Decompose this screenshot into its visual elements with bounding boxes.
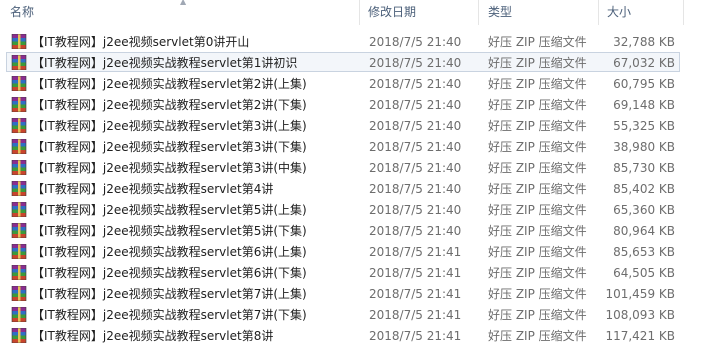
file-row[interactable]: 【IT教程网】j2ee视频实战教程servlet第3讲(中集) 2018/7/5 … bbox=[6, 157, 680, 177]
file-date-modified: 2018/7/5 21:41 bbox=[369, 245, 462, 259]
file-name: 【IT教程网】j2ee视频实战教程servlet第6讲(下集) bbox=[32, 266, 307, 280]
file-date-modified: 2018/7/5 21:40 bbox=[369, 140, 462, 154]
file-size: 65,360 KB bbox=[613, 203, 675, 217]
file-date-modified: 2018/7/5 21:41 bbox=[369, 308, 462, 322]
file-size: 60,795 KB bbox=[613, 77, 675, 91]
file-size: 85,653 KB bbox=[613, 245, 675, 259]
file-size: 108,093 KB bbox=[605, 308, 675, 322]
file-row[interactable]: 【IT教程网】j2ee视频实战教程servlet第7讲(上集) 2018/7/5 … bbox=[6, 283, 680, 303]
winrar-zip-archive-icon bbox=[11, 327, 27, 344]
file-name: 【IT教程网】j2ee视频实战教程servlet第2讲(下集) bbox=[32, 98, 307, 112]
column-header-bar: ▲ 名称 修改日期 类型 大小 bbox=[0, 0, 715, 25]
file-size: 85,730 KB bbox=[613, 161, 675, 175]
file-date-modified: 2018/7/5 21:40 bbox=[369, 119, 462, 133]
file-date-modified: 2018/7/5 21:41 bbox=[369, 266, 462, 280]
file-row[interactable]: 【IT教程网】j2ee视频实战教程servlet第2讲(上集) 2018/7/5 … bbox=[6, 73, 680, 93]
column-divider[interactable] bbox=[683, 0, 684, 25]
file-size: 80,964 KB bbox=[613, 224, 675, 238]
file-size: 117,421 KB bbox=[605, 329, 675, 343]
file-date-modified: 2018/7/5 21:40 bbox=[369, 35, 462, 49]
file-name: 【IT教程网】j2ee视频实战教程servlet第3讲(下集) bbox=[32, 140, 307, 154]
file-name: 【IT教程网】j2ee视频servlet第0讲开山 bbox=[32, 35, 250, 49]
file-name: 【IT教程网】j2ee视频实战教程servlet第4讲 bbox=[32, 182, 274, 196]
file-row[interactable]: 【IT教程网】j2ee视频实战教程servlet第3讲(下集) 2018/7/5 … bbox=[6, 136, 680, 156]
file-date-modified: 2018/7/5 21:40 bbox=[369, 224, 462, 238]
file-name: 【IT教程网】j2ee视频实战教程servlet第1讲初识 bbox=[32, 56, 298, 70]
column-divider[interactable] bbox=[598, 0, 599, 25]
file-size: 38,980 KB bbox=[613, 140, 675, 154]
winrar-zip-archive-icon bbox=[11, 243, 27, 260]
column-header-name[interactable]: 名称 bbox=[10, 0, 34, 25]
column-header-size[interactable]: 大小 bbox=[607, 0, 631, 25]
file-name: 【IT教程网】j2ee视频实战教程servlet第7讲(下集) bbox=[32, 308, 307, 322]
file-row[interactable]: 【IT教程网】j2ee视频实战教程servlet第3讲(上集) 2018/7/5 … bbox=[6, 115, 680, 135]
winrar-zip-archive-icon bbox=[11, 306, 27, 323]
file-date-modified: 2018/7/5 21:40 bbox=[369, 77, 462, 91]
file-name: 【IT教程网】j2ee视频实战教程servlet第3讲(上集) bbox=[32, 119, 307, 133]
file-size: 32,788 KB bbox=[613, 35, 675, 49]
file-row[interactable]: 【IT教程网】j2ee视频实战教程servlet第6讲(下集) 2018/7/5 … bbox=[6, 262, 680, 282]
winrar-zip-archive-icon bbox=[11, 75, 27, 92]
winrar-zip-archive-icon bbox=[11, 96, 27, 113]
file-name: 【IT教程网】j2ee视频实战教程servlet第6讲(上集) bbox=[32, 245, 307, 259]
sort-ascending-icon: ▲ bbox=[180, 0, 187, 6]
file-date-modified: 2018/7/5 21:40 bbox=[369, 56, 462, 70]
winrar-zip-archive-icon bbox=[11, 264, 27, 281]
file-row[interactable]: 【IT教程网】j2ee视频实战教程servlet第2讲(下集) 2018/7/5 … bbox=[6, 94, 680, 114]
file-name: 【IT教程网】j2ee视频实战教程servlet第5讲(下集) bbox=[32, 224, 307, 238]
file-row[interactable]: 【IT教程网】j2ee视频实战教程servlet第4讲 2018/7/5 21:4… bbox=[6, 178, 680, 198]
winrar-zip-archive-icon bbox=[11, 180, 27, 197]
winrar-zip-archive-icon bbox=[11, 159, 27, 176]
file-date-modified: 2018/7/5 21:40 bbox=[369, 203, 462, 217]
file-size: 85,402 KB bbox=[613, 182, 675, 196]
file-size: 69,148 KB bbox=[613, 98, 675, 112]
file-size: 67,032 KB bbox=[613, 56, 675, 70]
file-row[interactable]: 【IT教程网】j2ee视频实战教程servlet第1讲初识 2018/7/5 21… bbox=[6, 52, 680, 72]
file-row[interactable]: 【IT教程网】j2ee视频实战教程servlet第5讲(下集) 2018/7/5 … bbox=[6, 220, 680, 240]
winrar-zip-archive-icon bbox=[11, 117, 27, 134]
file-date-modified: 2018/7/5 21:40 bbox=[369, 161, 462, 175]
winrar-zip-archive-icon bbox=[11, 138, 27, 155]
column-header-type[interactable]: 类型 bbox=[488, 0, 512, 25]
file-size: 101,459 KB bbox=[605, 287, 675, 301]
winrar-zip-archive-icon bbox=[11, 201, 27, 218]
file-name: 【IT教程网】j2ee视频实战教程servlet第5讲(上集) bbox=[32, 203, 307, 217]
file-date-modified: 2018/7/5 21:40 bbox=[369, 98, 462, 112]
column-divider[interactable] bbox=[478, 0, 479, 25]
winrar-zip-archive-icon bbox=[11, 222, 27, 239]
file-name: 【IT教程网】j2ee视频实战教程servlet第7讲(上集) bbox=[32, 287, 307, 301]
winrar-zip-archive-icon bbox=[11, 54, 27, 71]
column-divider[interactable] bbox=[359, 0, 360, 25]
file-size: 64,505 KB bbox=[613, 266, 675, 280]
winrar-zip-archive-icon bbox=[11, 33, 27, 50]
winrar-zip-archive-icon bbox=[11, 285, 27, 302]
file-row[interactable]: 【IT教程网】j2ee视频实战教程servlet第8讲 2018/7/5 21:4… bbox=[6, 325, 680, 345]
file-date-modified: 2018/7/5 21:40 bbox=[369, 182, 462, 196]
file-row[interactable]: 【IT教程网】j2ee视频实战教程servlet第5讲(上集) 2018/7/5 … bbox=[6, 199, 680, 219]
file-date-modified: 2018/7/5 21:41 bbox=[369, 287, 462, 301]
file-size: 55,325 KB bbox=[613, 119, 675, 133]
file-row[interactable]: 【IT教程网】j2ee视频实战教程servlet第7讲(下集) 2018/7/5 … bbox=[6, 304, 680, 324]
file-row[interactable]: 【IT教程网】j2ee视频实战教程servlet第6讲(上集) 2018/7/5 … bbox=[6, 241, 680, 261]
column-header-date-modified[interactable]: 修改日期 bbox=[368, 0, 416, 25]
file-name: 【IT教程网】j2ee视频实战教程servlet第2讲(上集) bbox=[32, 77, 307, 91]
file-name: 【IT教程网】j2ee视频实战教程servlet第8讲 bbox=[32, 329, 274, 343]
file-name: 【IT教程网】j2ee视频实战教程servlet第3讲(中集) bbox=[32, 161, 307, 175]
file-row[interactable]: 【IT教程网】j2ee视频servlet第0讲开山 2018/7/5 21:40 好… bbox=[6, 31, 680, 51]
file-date-modified: 2018/7/5 21:41 bbox=[369, 329, 462, 343]
